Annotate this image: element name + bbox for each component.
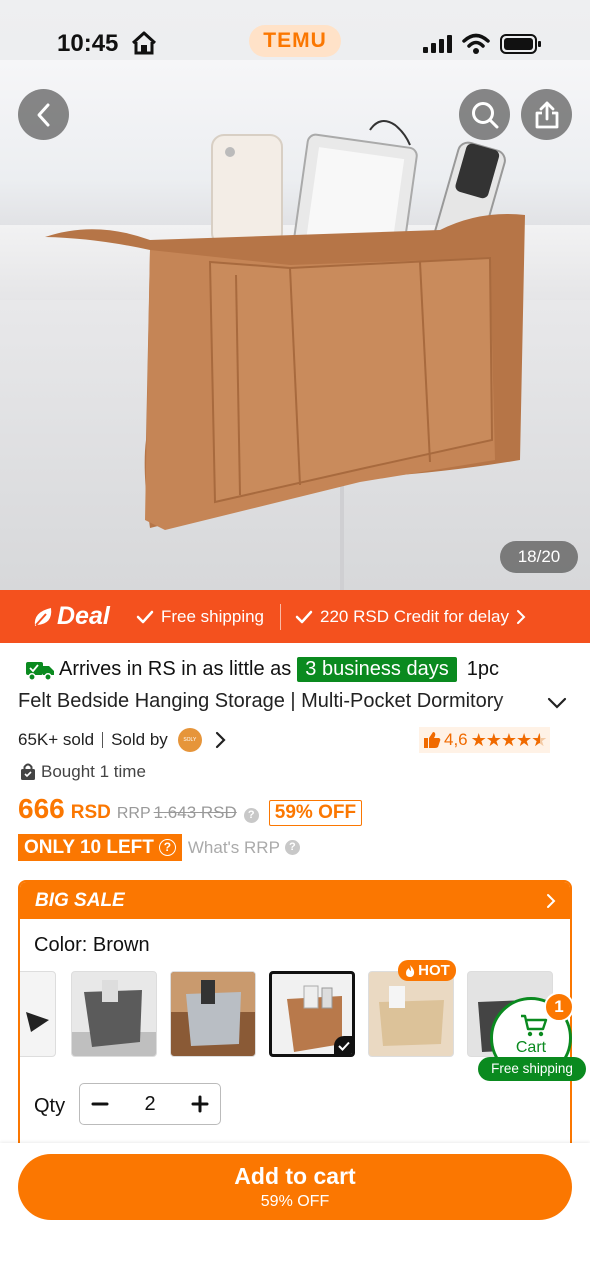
back-button[interactable] bbox=[18, 89, 69, 140]
stock-label: ONLY 10 LEFT bbox=[24, 837, 154, 858]
share-icon bbox=[535, 101, 558, 128]
cart-label: Cart bbox=[515, 1039, 547, 1056]
price-currency: RSD bbox=[70, 802, 111, 823]
quantity-value[interactable]: 2 bbox=[144, 1093, 155, 1116]
delay-credit-item[interactable]: 220 RSD Credit for delay bbox=[295, 607, 534, 627]
delay-credit-label: 220 RSD Credit for delay bbox=[320, 606, 509, 626]
product-image-gallery[interactable]: 10:45 TEMU 18/20 bbox=[0, 0, 590, 590]
quantity-label: Qty bbox=[34, 1095, 66, 1117]
selected-check-icon bbox=[334, 1036, 352, 1054]
divider bbox=[102, 732, 104, 748]
check-icon bbox=[295, 610, 313, 623]
wifi-icon bbox=[462, 33, 490, 54]
signal-icon bbox=[423, 35, 452, 53]
truck-icon bbox=[26, 661, 54, 681]
color-swatch-light-gray[interactable] bbox=[170, 971, 256, 1057]
color-label: Color: Brown bbox=[34, 934, 150, 956]
plus-icon[interactable] bbox=[190, 1094, 210, 1114]
add-to-cart-discount: 59% OFF bbox=[260, 1193, 330, 1210]
color-swatch-white[interactable] bbox=[20, 971, 56, 1057]
rrp-value: 1.643 RSD bbox=[153, 803, 237, 822]
color-swatch-list: HOT bbox=[20, 960, 570, 1057]
deal-banner[interactable]: Deal Free shipping 220 RSD Credit for de… bbox=[0, 590, 590, 643]
hot-label: HOT bbox=[418, 962, 450, 979]
help-icon: ? bbox=[158, 839, 176, 856]
stock-row: ONLY 10 LEFT ? What's RRP ? bbox=[18, 834, 300, 861]
cart-free-shipping-badge: Free shipping bbox=[478, 1057, 586, 1081]
current-price: 666 bbox=[18, 793, 65, 824]
color-swatch-beige[interactable] bbox=[368, 971, 454, 1057]
delivery-estimate: Arrives in RS in as little as 3 business… bbox=[25, 657, 499, 682]
deal-logo: Deal bbox=[0, 602, 136, 631]
sold-by-label: Sold by bbox=[111, 730, 168, 749]
shopping-bag-icon bbox=[21, 763, 35, 780]
add-to-cart-button[interactable]: Add to cart 59% OFF bbox=[18, 1154, 572, 1220]
free-shipping-item: Free shipping bbox=[136, 607, 264, 627]
share-button[interactable] bbox=[521, 89, 572, 140]
hot-badge: HOT bbox=[398, 960, 456, 981]
stock-badge[interactable]: ONLY 10 LEFT ? bbox=[18, 834, 182, 861]
color-swatch-gray[interactable] bbox=[71, 971, 157, 1057]
purchase-history: Bought 1 time bbox=[20, 762, 146, 782]
chevron-right-icon bbox=[547, 894, 556, 908]
product-title[interactable]: Felt Bedside Hanging Storage | Multi-Poc… bbox=[18, 690, 538, 713]
rrp-label: RRP bbox=[116, 805, 151, 822]
minus-icon[interactable] bbox=[90, 1094, 110, 1114]
chevron-right-icon bbox=[517, 609, 526, 624]
search-button[interactable] bbox=[459, 89, 510, 140]
sales-seller-row: 65K+ sold Sold by SOLY REN bbox=[18, 728, 226, 752]
battery-icon bbox=[500, 34, 541, 54]
info-icon[interactable]: ? bbox=[284, 840, 300, 855]
product-photo bbox=[45, 120, 525, 530]
flame-icon bbox=[406, 964, 415, 977]
chevron-left-icon bbox=[37, 103, 49, 126]
rating-badge[interactable]: 4,6 ★★★★★ ★ bbox=[419, 727, 551, 753]
status-time: 10:45 bbox=[57, 30, 119, 57]
color-swatch-brown[interactable] bbox=[269, 971, 355, 1057]
chevron-down-icon[interactable] bbox=[546, 696, 568, 710]
image-counter: 18/20 bbox=[500, 541, 578, 573]
discount-badge: 59% OFF bbox=[268, 800, 363, 826]
chevron-right-icon[interactable] bbox=[214, 731, 226, 749]
leaf-icon bbox=[34, 607, 52, 626]
big-sale-label: BIG SALE bbox=[35, 890, 125, 911]
quantity-stepper: 2 bbox=[79, 1083, 221, 1125]
cart-icon bbox=[521, 1014, 548, 1037]
seller-avatar[interactable]: SOLY REN bbox=[177, 728, 202, 752]
delivery-days-badge: 3 business days bbox=[297, 657, 457, 682]
big-sale-header[interactable]: BIG SALE bbox=[20, 882, 570, 919]
info-icon[interactable]: ? bbox=[243, 808, 259, 823]
deal-label: Deal bbox=[57, 602, 110, 630]
thumbs-up-icon bbox=[424, 732, 441, 748]
cart-count-badge: 1 bbox=[544, 992, 574, 1022]
divider bbox=[280, 603, 282, 630]
delivery-quantity: 1pc bbox=[466, 658, 499, 680]
search-icon bbox=[471, 101, 498, 128]
big-sale-card: BIG SALE Color: Brown HOT Qty 2 bbox=[18, 880, 572, 1170]
home-icon bbox=[131, 31, 157, 55]
bought-label: Bought 1 time bbox=[41, 762, 146, 781]
bottom-action-bar: Add to cart 59% OFF bbox=[0, 1143, 590, 1280]
whats-rrp-link[interactable]: What's RRP bbox=[188, 838, 280, 858]
status-bar: 10:45 TEMU bbox=[0, 22, 590, 66]
price-row: 666 RSD RRP 1.643 RSD ? 59% OFF bbox=[18, 793, 363, 826]
delivery-prefix: Arrives in RS in as little as bbox=[59, 658, 292, 680]
rating-value: 4,6 bbox=[444, 730, 468, 749]
add-to-cart-label: Add to cart bbox=[234, 1163, 356, 1189]
temu-logo: TEMU bbox=[249, 25, 341, 57]
sold-count: 65K+ sold bbox=[18, 730, 95, 749]
check-icon bbox=[136, 610, 154, 623]
star-rating-icon: ★★★★★ ★ bbox=[470, 729, 548, 750]
free-shipping-label: Free shipping bbox=[161, 606, 265, 626]
